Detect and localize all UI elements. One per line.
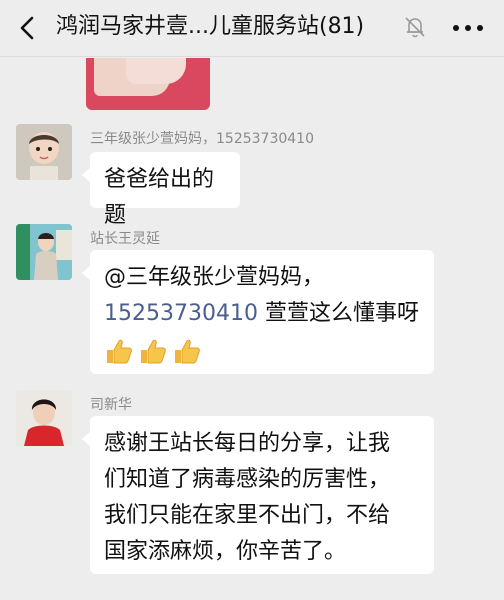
thumbs-up-icon (107, 339, 132, 364)
mention-text: @三年级张少萱妈妈， (104, 265, 325, 290)
avatar[interactable] (16, 390, 72, 446)
emoji-row (104, 336, 202, 366)
child-avatar-icon (16, 124, 72, 180)
message-bubble[interactable]: @三年级张少萱妈妈， 15253730410 萱萱这么懂事呀 (82, 250, 434, 374)
chat-title: 鸿润马家井壹...儿童服务站(81) (56, 14, 365, 39)
message-bubble[interactable]: 爸爸给出的题 (82, 152, 240, 228)
thumbs-up-icon (175, 339, 200, 364)
message-line: 们知道了病毒感染的厉害性， (104, 467, 391, 492)
message-line: 我们只能在家里不出门，不给 (104, 503, 391, 528)
woman-avatar-icon (16, 390, 72, 446)
sender-name: 三年级张少萱妈妈，15253730410 (90, 131, 314, 147)
message-text: 爸爸给出的题 (104, 167, 215, 228)
phone-link[interactable]: 15253730410 (104, 301, 258, 326)
message-bubble[interactable]: 感谢王站长每日的分享，让我 们知道了病毒感染的厉害性， 我们只能在家里不出门，不… (82, 416, 434, 574)
back-arrow-icon[interactable] (14, 14, 42, 42)
more-options-icon[interactable] (448, 16, 488, 40)
station-master-avatar-icon (16, 224, 72, 280)
avatar[interactable] (16, 124, 72, 180)
chat-header: 鸿润马家井壹...儿童服务站(81) (0, 0, 504, 57)
avatar[interactable] (16, 224, 72, 280)
sender-name: 司新华 (90, 397, 132, 413)
message-text: 萱萱这么懂事呀 (257, 301, 419, 326)
mute-bell-icon (405, 17, 425, 38)
message-line: 国家添麻烦，你辛苦了。 (104, 539, 347, 564)
message-line: 感谢王站长每日的分享，让我 (104, 431, 391, 456)
sender-name: 站长王灵延 (90, 231, 160, 247)
thumbs-up-icon (141, 339, 166, 364)
image-message[interactable] (86, 58, 210, 110)
